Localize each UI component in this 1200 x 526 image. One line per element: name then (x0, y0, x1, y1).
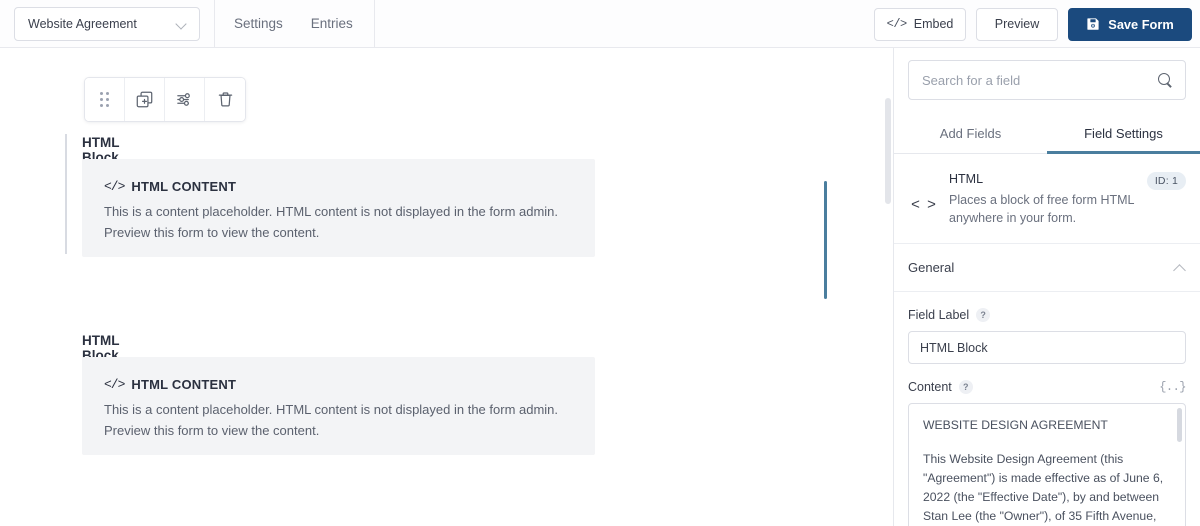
code-icon: </> (886, 17, 908, 31)
html-placeholder-title-text-2: HTML CONTENT (131, 377, 237, 392)
general-section-title: General (908, 260, 955, 275)
field-info-title: HTML (949, 172, 984, 186)
content-setting: Content ? {..} WEBSITE DESIGN AGREEMENT … (894, 364, 1200, 526)
html-placeholder-title-text-1: HTML CONTENT (131, 179, 237, 194)
content-caption: Content ? (908, 380, 973, 394)
html-placeholder-1: </> HTML CONTENT This is a content place… (82, 159, 595, 257)
field-id-badge: ID: 1 (1146, 172, 1186, 190)
field-action-toolbar (84, 77, 246, 122)
html-placeholder-title-1: </> HTML CONTENT (104, 179, 573, 194)
canvas-scrollbar[interactable] (885, 98, 891, 204)
block-left-rule-1 (65, 134, 67, 254)
delete-field-button[interactable] (205, 78, 245, 121)
search-section (894, 48, 1200, 100)
tab-field-settings[interactable]: Field Settings (1047, 117, 1200, 154)
form-editor-app: Website Agreement Settings Entries </> E… (0, 0, 1200, 526)
form-selector-dropdown[interactable]: Website Agreement (14, 7, 200, 41)
nav-item-entries[interactable]: Entries (297, 0, 367, 48)
trash-icon (216, 90, 235, 109)
floppy-disk-icon (1086, 17, 1100, 31)
search-input[interactable] (922, 72, 1158, 88)
right-sidebar: Add Fields Field Settings < > HTML Place… (893, 48, 1200, 526)
header-actions: </> Embed Preview Save Form (874, 0, 1192, 48)
field-label-input[interactable] (908, 331, 1186, 364)
code-icon: </> (104, 377, 125, 392)
field-info-card: < > HTML Places a block of free form HTM… (894, 154, 1200, 244)
help-icon[interactable]: ? (958, 380, 973, 394)
field-settings-button[interactable] (165, 78, 205, 121)
selection-indicator-rail (824, 181, 827, 299)
header-left-group: Website Agreement Settings Entries (0, 0, 375, 48)
content-textarea-scrollbar[interactable] (1177, 408, 1182, 442)
content-paragraph-1: WEBSITE DESIGN AGREEMENT (923, 418, 1108, 432)
drag-handle-button[interactable] (85, 78, 125, 121)
content-paragraph-2: This Website Design Agreement (this "Agr… (923, 452, 1164, 523)
search-icon[interactable] (1158, 72, 1173, 88)
header-nav: Settings Entries (215, 0, 367, 48)
duplicate-icon (135, 90, 154, 109)
form-canvas: HTML Block </> HTML CONTENT This is a co… (0, 48, 893, 526)
general-section-header[interactable]: General (894, 244, 1200, 292)
field-info-description: Places a block of free form HTML anywher… (949, 193, 1135, 225)
header-divider-2 (373, 0, 375, 48)
content-label-text: Content (908, 380, 952, 394)
search-field-box[interactable] (908, 60, 1186, 100)
field-label-caption: Field Label ? (908, 308, 991, 322)
code-brackets-icon: < > (910, 197, 936, 214)
content-textarea[interactable]: WEBSITE DESIGN AGREEMENT This Website De… (908, 403, 1186, 526)
field-label-row: Field Label ? (908, 308, 1186, 322)
html-placeholder-body-2: This is a content placeholder. HTML cont… (104, 402, 559, 438)
embed-button[interactable]: </> Embed (874, 7, 966, 41)
content-row: Content ? {..} (908, 380, 1186, 394)
chevron-down-icon (177, 19, 188, 30)
chevron-up-icon[interactable] (1174, 262, 1186, 274)
help-icon[interactable]: ? (976, 308, 991, 322)
merge-tag-icon[interactable]: {..} (1159, 380, 1186, 394)
embed-button-label: Embed (913, 17, 954, 31)
save-form-button-label: Save Form (1108, 16, 1174, 32)
drag-dots-icon (100, 92, 109, 107)
field-label-setting: Field Label ? (894, 292, 1200, 364)
app-header: Website Agreement Settings Entries </> E… (0, 0, 1200, 48)
sliders-icon (175, 90, 194, 109)
html-placeholder-2: </> HTML CONTENT This is a content place… (82, 357, 595, 455)
field-label-text: Field Label (908, 308, 970, 322)
form-selector-value: Website Agreement (28, 17, 137, 31)
nav-item-settings[interactable]: Settings (215, 0, 297, 48)
preview-button-label: Preview (994, 17, 1040, 31)
preview-button[interactable]: Preview (976, 7, 1058, 41)
html-placeholder-title-2: </> HTML CONTENT (104, 377, 573, 392)
tab-add-fields[interactable]: Add Fields (894, 117, 1047, 153)
sidebar-tabs: Add Fields Field Settings (894, 117, 1200, 154)
html-placeholder-body-1: This is a content placeholder. HTML cont… (104, 204, 559, 240)
code-icon: </> (104, 179, 125, 194)
save-form-button[interactable]: Save Form (1068, 7, 1192, 41)
duplicate-field-button[interactable] (125, 78, 165, 121)
